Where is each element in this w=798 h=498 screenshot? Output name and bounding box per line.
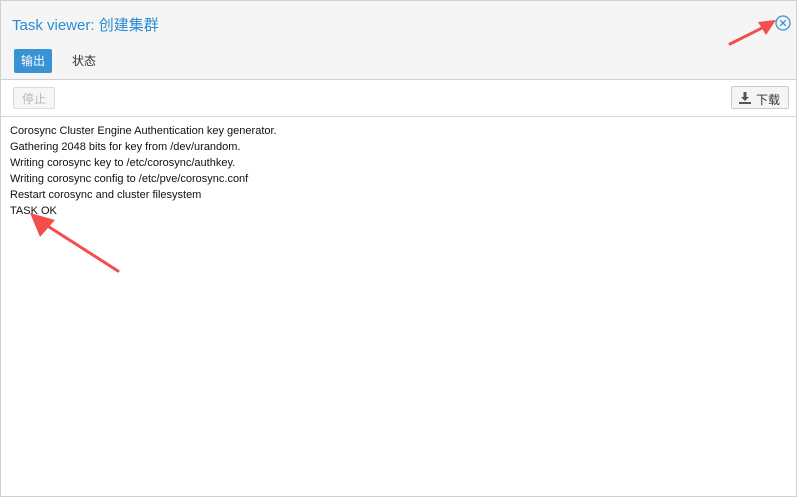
close-circle-icon bbox=[775, 15, 791, 31]
log-line-task-ok: TASK OK bbox=[10, 205, 57, 217]
title-bar: Task viewer: 创建集群 bbox=[1, 1, 796, 43]
log-line: Writing corosync key to /etc/corosync/au… bbox=[10, 157, 236, 169]
tab-status[interactable]: 状态 bbox=[65, 49, 103, 73]
download-icon bbox=[739, 92, 751, 104]
log-line: Restart corosync and cluster filesystem bbox=[10, 189, 202, 201]
log-line: Writing corosync config to /etc/pve/coro… bbox=[10, 173, 249, 185]
tab-output[interactable]: 输出 bbox=[14, 49, 53, 73]
window-title: Task viewer: 创建集群 bbox=[12, 17, 159, 34]
toolbar: 停止 下载 bbox=[1, 80, 796, 117]
stop-button[interactable]: 停止 bbox=[13, 87, 56, 109]
task-viewer-window: Task viewer: 创建集群 输出 状态 停止 下载 Corosync C… bbox=[0, 0, 797, 497]
close-button[interactable] bbox=[775, 15, 791, 31]
log-line: Corosync Cluster Engine Authentication k… bbox=[10, 125, 277, 137]
log-line: Gathering 2048 bits for key from /dev/ur… bbox=[10, 141, 241, 153]
download-label: 下载 bbox=[756, 93, 781, 107]
task-log-output: Corosync Cluster Engine Authentication k… bbox=[1, 117, 796, 496]
download-button[interactable]: 下载 bbox=[731, 86, 789, 109]
